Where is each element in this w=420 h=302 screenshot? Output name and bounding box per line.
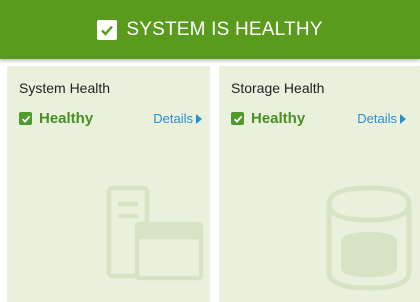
details-link[interactable]: Details <box>357 111 406 126</box>
caret-right-icon <box>400 113 406 124</box>
caret-right-icon <box>196 113 202 124</box>
status-label: Healthy <box>39 110 94 127</box>
details-label: Details <box>153 111 193 126</box>
checkbox-checked-icon <box>97 19 118 40</box>
status-label: Healthy <box>251 110 306 127</box>
checkbox-checked-icon <box>231 112 244 125</box>
database-icon <box>326 185 412 291</box>
health-banner: SYSTEM IS HEALTHY <box>0 0 420 59</box>
status-row: Healthy <box>19 110 93 127</box>
system-health-card: System Health Healthy Details <box>7 66 210 302</box>
details-label: Details <box>357 111 397 126</box>
status-row: Healthy <box>231 110 305 127</box>
checkbox-checked-icon <box>19 112 32 125</box>
card-title: Storage Health <box>231 80 325 96</box>
card-title: System Health <box>19 80 111 96</box>
storage-health-card: Storage Health Healthy Details <box>219 66 420 302</box>
banner-title: SYSTEM IS HEALTHY <box>126 18 323 40</box>
server-window-icon <box>106 185 204 281</box>
details-link[interactable]: Details <box>153 111 202 126</box>
